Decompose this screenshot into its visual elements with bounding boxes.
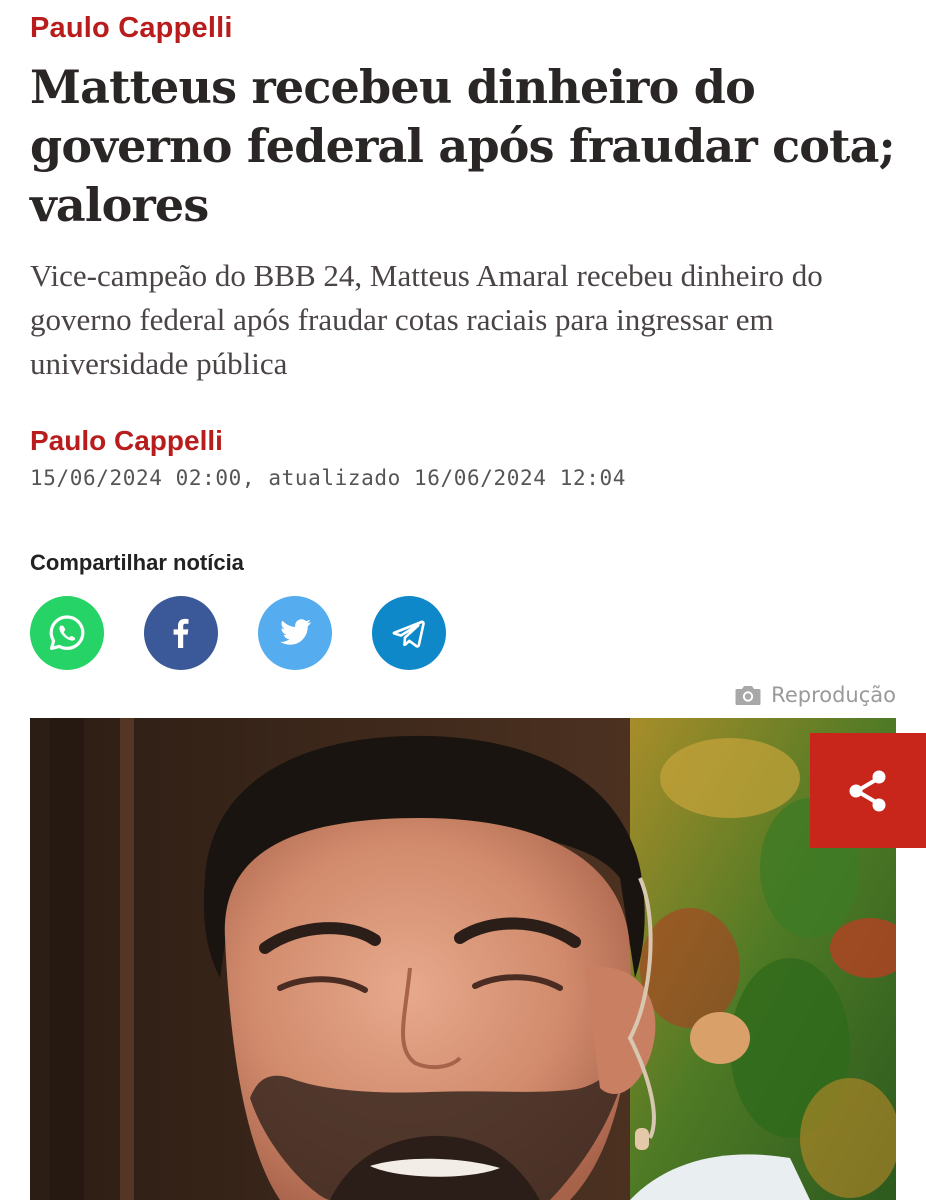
photo-credit-text: Reprodução [771,683,896,707]
whatsapp-share-button[interactable] [30,596,104,670]
whatsapp-icon [49,615,85,650]
facebook-icon [173,618,189,648]
telegram-icon [392,620,425,648]
floating-share-button[interactable] [810,733,926,848]
article-headline: Matteus recebeu dinheiro do governo fede… [30,60,896,232]
article-subtitle: Vice-campeão do BBB 24, Matteus Amaral r… [30,258,823,381]
share-icon [849,770,886,811]
share-buttons [30,596,446,670]
camera-icon [735,686,761,705]
article-photo [30,718,896,1200]
twitter-share-button[interactable] [258,596,332,670]
section-link[interactable]: Paulo Cappelli [30,12,233,45]
share-heading: Compartilhar notícia [30,550,244,575]
facebook-share-button[interactable] [144,596,218,670]
photo-credit: Reprodução [735,683,896,707]
telegram-share-button[interactable] [372,596,446,670]
article-dateline: 15/06/2024 02:00, atualizado 16/06/2024 … [30,466,626,490]
author-link[interactable]: Paulo Cappelli [30,425,223,457]
twitter-icon [280,619,312,645]
